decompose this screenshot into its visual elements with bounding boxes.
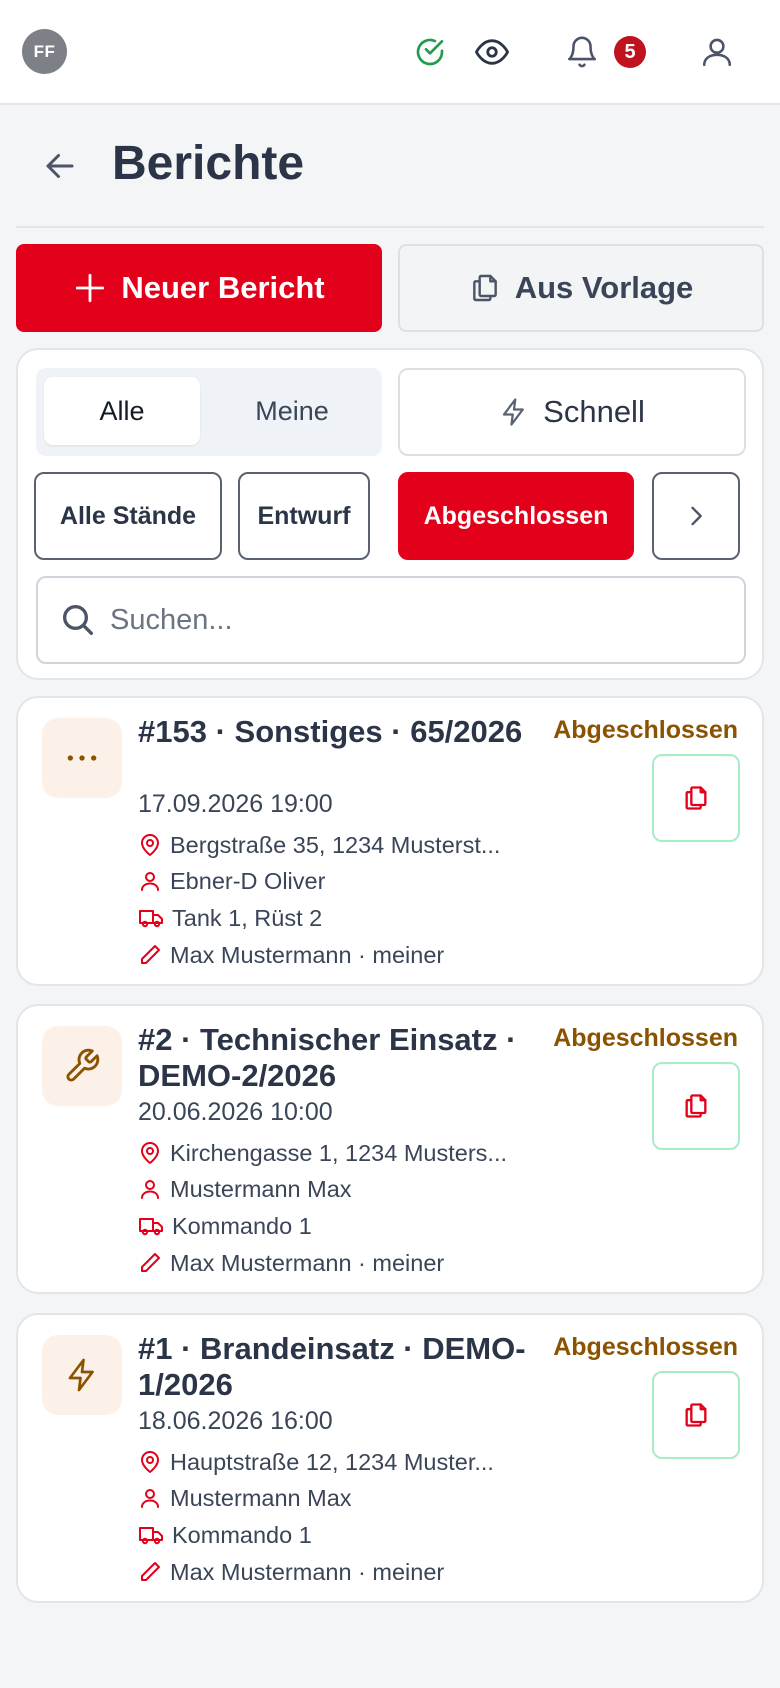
- scope-toggle: Alle Meine: [36, 368, 382, 456]
- person-icon: [141, 1180, 159, 1199]
- address-text: Kirchengasse 1, 1234 Musters...: [170, 1139, 508, 1166]
- status-chip-all[interactable]: Alle Stände: [34, 472, 222, 560]
- status-badge: Abgeschlossen: [553, 1333, 738, 1361]
- status-badge: Abgeschlossen: [553, 716, 738, 744]
- filter-panel: Alle Meine Schnell Alle Stände Entwurf A…: [16, 348, 764, 680]
- dots-icon: [42, 718, 122, 798]
- new-report-button[interactable]: Neuer Bericht: [16, 244, 382, 332]
- copy-icon: [685, 1094, 707, 1118]
- status-badge: Abgeschlossen: [553, 1024, 738, 1052]
- report-title: #2 · Technischer Einsatz · DEMO-2/2026: [138, 1022, 517, 1093]
- lightning-icon: [503, 398, 525, 426]
- from-template-button[interactable]: Aus Vorlage: [398, 244, 764, 332]
- eye-icon[interactable]: [470, 30, 514, 74]
- status-chip-draft[interactable]: Entwurf: [238, 472, 370, 560]
- author-text: Max Mustermann · meiner: [170, 941, 445, 968]
- copy-report-button[interactable]: [652, 1062, 740, 1150]
- quick-button[interactable]: Schnell: [398, 368, 746, 456]
- report-card[interactable]: #2 · Technischer Einsatz · DEMO-2/2026 A…: [16, 1004, 764, 1294]
- report-date: 17.09.2026 19:00: [138, 790, 333, 818]
- report-person: Ebner-D Oliver: [138, 866, 538, 896]
- report-title: #1 · Brandeinsatz · DEMO-1/2026: [138, 1331, 526, 1402]
- plus-icon: [76, 273, 105, 303]
- copy-icon: [472, 274, 497, 302]
- report-person: Mustermann Max: [138, 1174, 538, 1204]
- user-icon[interactable]: [695, 30, 739, 74]
- report-card[interactable]: #1 · Brandeinsatz · DEMO-1/2026 Abgeschl…: [16, 1313, 764, 1603]
- report-vehicles: Tank 1, Rüst 2: [138, 903, 538, 933]
- scope-all-tab[interactable]: Alle: [44, 377, 200, 445]
- copy-icon: [685, 786, 707, 810]
- search-icon: [63, 605, 94, 635]
- report-date: 18.06.2026 16:00: [138, 1407, 333, 1435]
- truck-icon: [139, 1527, 163, 1545]
- notification-badge: 5: [614, 36, 646, 68]
- report-vehicles: Kommando 1: [138, 1211, 538, 1241]
- bell-icon[interactable]: [560, 30, 604, 74]
- report-author: Max Mustermann · meiner: [138, 1557, 538, 1587]
- report-title: #153 · Sonstiges · 65/2026: [138, 714, 523, 749]
- wrench-icon: [42, 1026, 122, 1106]
- map-pin-icon: [141, 834, 159, 856]
- report-vehicles: Kommando 1: [138, 1520, 538, 1550]
- report-person: Mustermann Max: [138, 1483, 538, 1513]
- address-text: Bergstraße 35, 1234 Musterst...: [170, 831, 501, 858]
- report-address: Bergstraße 35, 1234 Musterst...: [138, 830, 538, 860]
- author-text: Max Mustermann · meiner: [170, 1249, 445, 1276]
- person-text: Mustermann Max: [170, 1175, 352, 1202]
- report-author: Max Mustermann · meiner: [138, 940, 538, 970]
- report-address: Kirchengasse 1, 1234 Musters...: [138, 1138, 538, 1168]
- avatar[interactable]: FF: [22, 29, 67, 74]
- pencil-icon: [141, 1562, 160, 1581]
- new-report-label: Neuer Bericht: [121, 270, 325, 305]
- report-card[interactable]: #153 · Sonstiges · 65/2026 Abgeschlossen…: [16, 696, 764, 986]
- chevron-right-icon: [691, 506, 702, 526]
- check-circle-icon[interactable]: [408, 30, 452, 74]
- person-text: Mustermann Max: [170, 1484, 352, 1511]
- search-field: [36, 576, 746, 664]
- copy-icon: [685, 1403, 707, 1427]
- quick-label: Schnell: [543, 394, 645, 429]
- lightning-icon: [42, 1335, 122, 1415]
- pencil-icon: [141, 945, 160, 964]
- divider: [16, 226, 764, 228]
- chips-next-button[interactable]: [652, 472, 740, 560]
- report-author: Max Mustermann · meiner: [138, 1248, 538, 1278]
- map-pin-icon: [141, 1451, 159, 1473]
- top-bar: FF 5: [0, 0, 780, 105]
- pencil-icon: [141, 1253, 160, 1272]
- truck-icon: [139, 1218, 163, 1236]
- report-address: Hauptstraße 12, 1234 Muster...: [138, 1447, 538, 1477]
- from-template-label: Aus Vorlage: [514, 270, 694, 305]
- vehicles-text: Tank 1, Rüst 2: [172, 904, 323, 931]
- copy-report-button[interactable]: [652, 1371, 740, 1459]
- address-text: Hauptstraße 12, 1234 Muster...: [170, 1448, 494, 1475]
- person-text: Ebner-D Oliver: [170, 867, 326, 894]
- person-icon: [141, 1489, 159, 1508]
- scope-mine-tab[interactable]: Meine: [214, 377, 370, 445]
- map-pin-icon: [141, 1142, 159, 1164]
- search-input[interactable]: [110, 592, 730, 648]
- person-icon: [141, 872, 159, 891]
- back-button[interactable]: [38, 144, 82, 188]
- page-title: Berichte: [112, 137, 305, 190]
- status-chip-closed[interactable]: Abgeschlossen: [398, 472, 634, 560]
- report-date: 20.06.2026 10:00: [138, 1098, 333, 1126]
- vehicles-text: Kommando 1: [172, 1521, 312, 1548]
- copy-report-button[interactable]: [652, 754, 740, 842]
- vehicles-text: Kommando 1: [172, 1212, 312, 1239]
- arrow-left-icon: [46, 154, 74, 178]
- truck-icon: [139, 910, 163, 928]
- author-text: Max Mustermann · meiner: [170, 1558, 445, 1585]
